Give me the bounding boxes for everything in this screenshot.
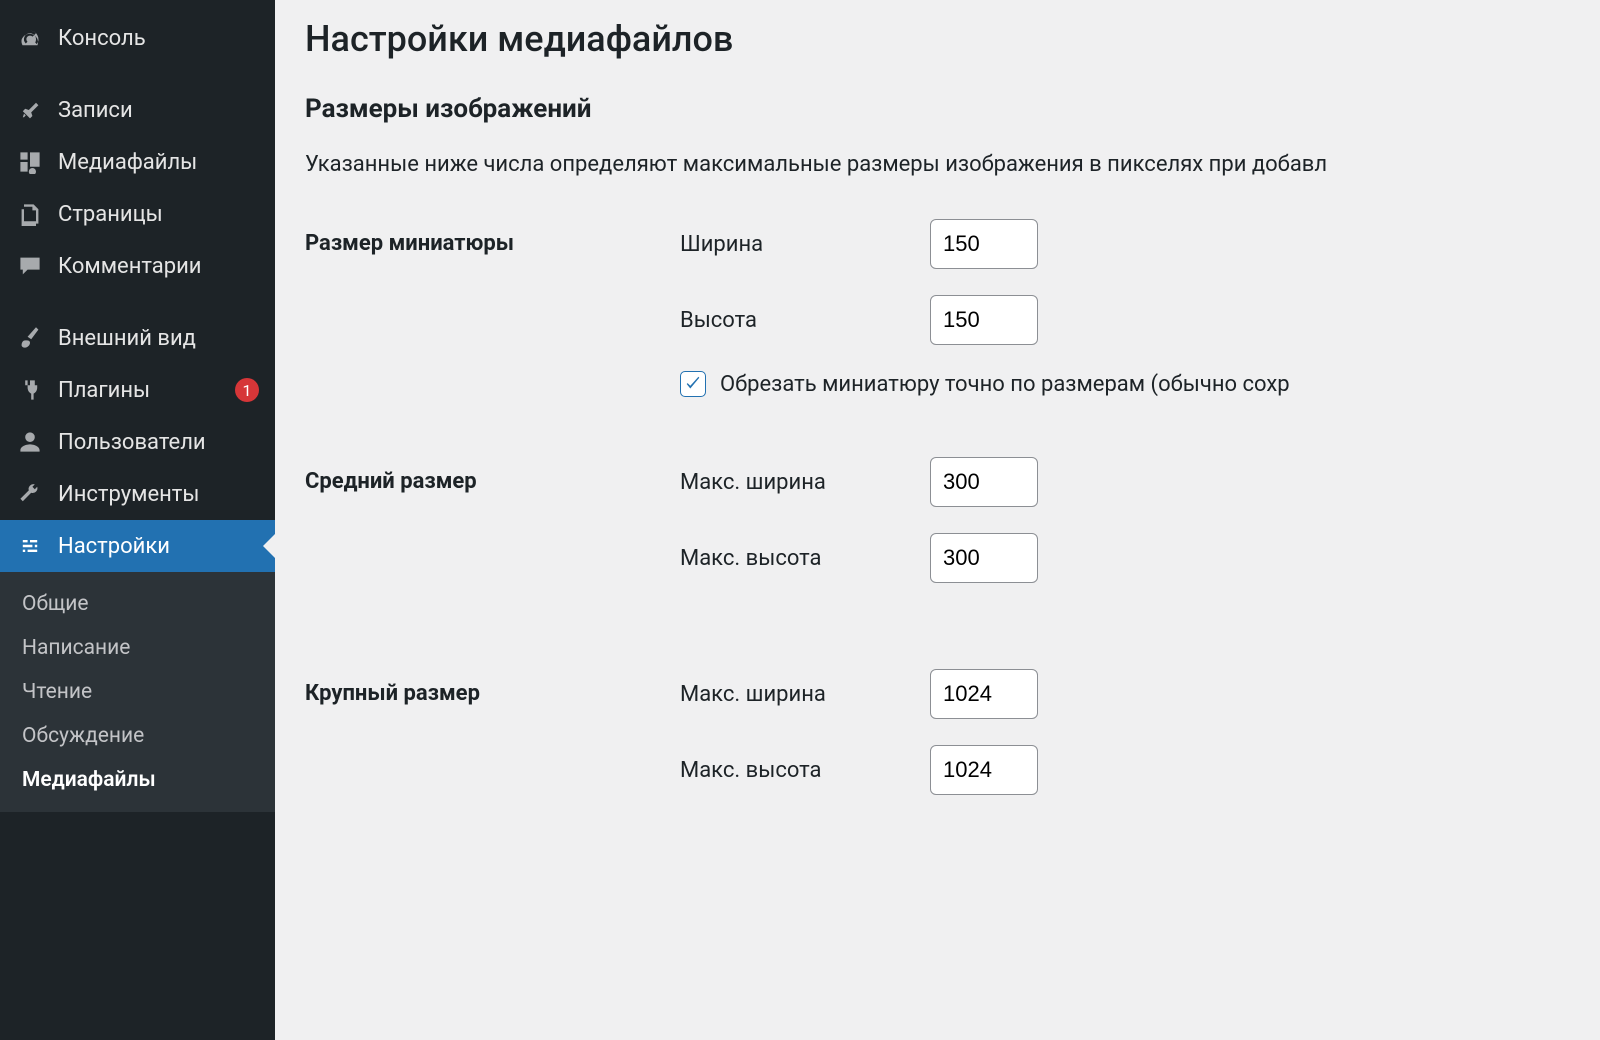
submenu-item-general[interactable]: Общие xyxy=(0,582,275,626)
submenu-item-media[interactable]: Медиафайлы xyxy=(0,758,275,802)
wrench-icon xyxy=(16,480,44,508)
comment-icon xyxy=(16,252,44,280)
sidebar-item-posts[interactable]: Записи xyxy=(0,84,275,136)
user-icon xyxy=(16,428,44,456)
medium-height-label: Макс. высота xyxy=(680,546,930,571)
settings-icon xyxy=(16,532,44,560)
large-size-row: Крупный размер Макс. ширина Макс. высота xyxy=(305,669,1600,821)
submenu-item-writing[interactable]: Написание xyxy=(0,626,275,670)
thumbnail-crop-checkbox[interactable] xyxy=(680,371,706,397)
medium-width-input[interactable] xyxy=(930,457,1038,507)
sidebar-item-label: Комментарии xyxy=(58,254,259,279)
plug-icon xyxy=(16,376,44,404)
sidebar-item-label: Медиафайлы xyxy=(58,150,259,175)
main-content: Настройки медиафайлов Размеры изображени… xyxy=(275,0,1600,1040)
sidebar-item-pages[interactable]: Страницы xyxy=(0,188,275,240)
medium-row-label: Средний размер xyxy=(305,457,680,494)
section-title: Размеры изображений xyxy=(305,94,1600,124)
sidebar-item-label: Записи xyxy=(58,98,259,123)
brush-icon xyxy=(16,324,44,352)
sidebar-item-label: Внешний вид xyxy=(58,326,259,351)
sidebar-item-users[interactable]: Пользователи xyxy=(0,416,275,468)
media-icon xyxy=(16,148,44,176)
sidebar-item-label: Консоль xyxy=(58,26,259,51)
thumbnail-height-label: Высота xyxy=(680,308,930,333)
large-height-input[interactable] xyxy=(930,745,1038,795)
sidebar-item-label: Инструменты xyxy=(58,482,259,507)
sidebar-item-settings[interactable]: Настройки xyxy=(0,520,275,572)
settings-submenu: Общие Написание Чтение Обсуждение Медиаф… xyxy=(0,572,275,812)
sidebar-item-appearance[interactable]: Внешний вид xyxy=(0,312,275,364)
section-description: Указанные ниже числа определяют максимал… xyxy=(305,152,1600,177)
update-badge: 1 xyxy=(235,378,259,402)
admin-sidebar: Консоль Записи Медиафайлы Страницы Комм xyxy=(0,0,275,1040)
submenu-item-discussion[interactable]: Обсуждение xyxy=(0,714,275,758)
pin-icon xyxy=(16,96,44,124)
page-title: Настройки медиафайлов xyxy=(305,18,1600,60)
dashboard-icon xyxy=(16,24,44,52)
large-height-label: Макс. высота xyxy=(680,758,930,783)
sidebar-item-label: Страницы xyxy=(58,202,259,227)
thumbnail-height-input[interactable] xyxy=(930,295,1038,345)
sidebar-item-tools[interactable]: Инструменты xyxy=(0,468,275,520)
thumbnail-width-label: Ширина xyxy=(680,232,930,257)
check-icon xyxy=(684,375,702,393)
submenu-item-reading[interactable]: Чтение xyxy=(0,670,275,714)
sidebar-item-label: Плагины xyxy=(58,378,227,403)
medium-height-input[interactable] xyxy=(930,533,1038,583)
thumbnail-width-input[interactable] xyxy=(930,219,1038,269)
sidebar-item-label: Настройки xyxy=(58,534,259,559)
sidebar-item-dashboard[interactable]: Консоль xyxy=(0,12,275,64)
thumbnail-crop-label: Обрезать миниатюру точно по размерам (об… xyxy=(720,372,1290,397)
sidebar-item-comments[interactable]: Комментарии xyxy=(0,240,275,292)
large-row-label: Крупный размер xyxy=(305,669,680,706)
sidebar-item-plugins[interactable]: Плагины 1 xyxy=(0,364,275,416)
sidebar-item-label: Пользователи xyxy=(58,430,259,455)
medium-width-label: Макс. ширина xyxy=(680,470,930,495)
medium-size-row: Средний размер Макс. ширина Макс. высота xyxy=(305,457,1600,609)
pages-icon xyxy=(16,200,44,228)
large-width-label: Макс. ширина xyxy=(680,682,930,707)
large-width-input[interactable] xyxy=(930,669,1038,719)
thumbnail-size-row: Размер миниатюры Ширина Высота Об xyxy=(305,219,1600,397)
sidebar-item-media[interactable]: Медиафайлы xyxy=(0,136,275,188)
thumbnail-row-label: Размер миниатюры xyxy=(305,219,680,256)
